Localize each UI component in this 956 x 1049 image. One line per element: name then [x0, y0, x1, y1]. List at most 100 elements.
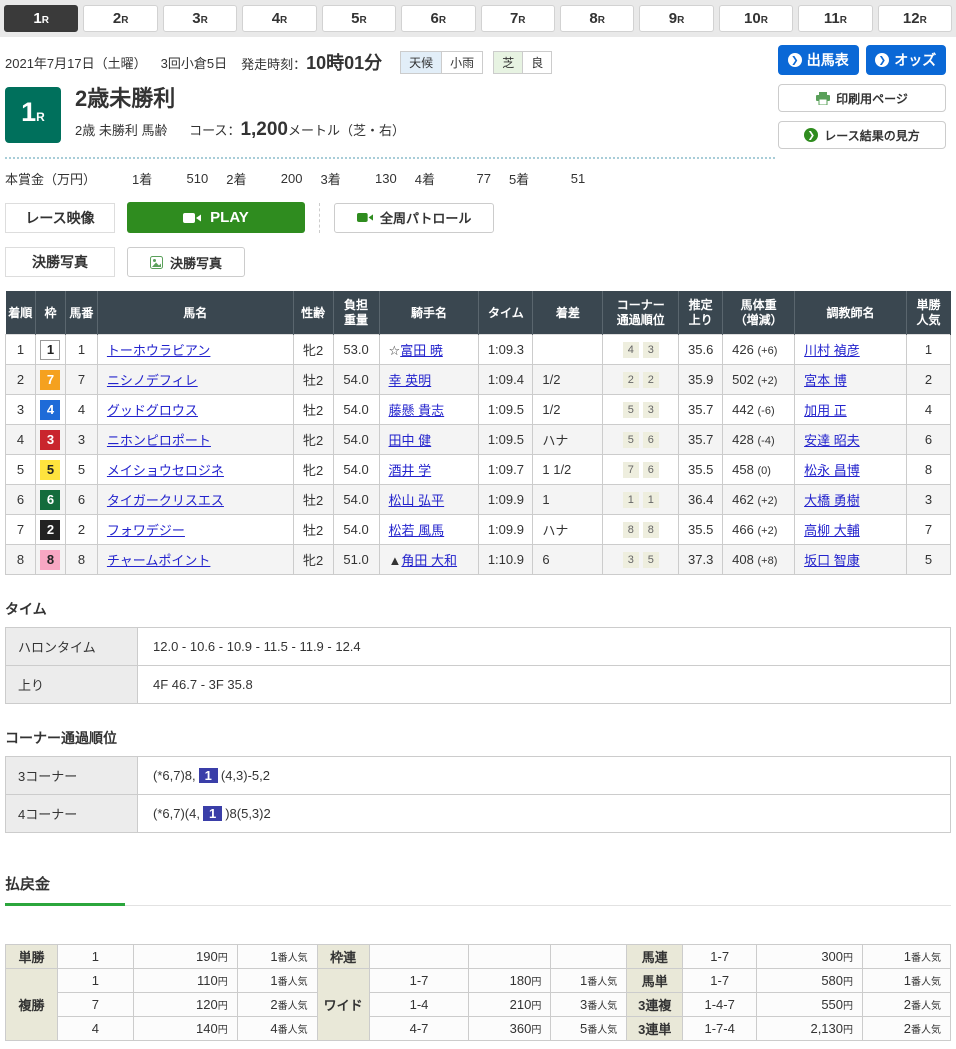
- meeting-day: 3回小倉5日: [161, 53, 227, 72]
- frame-badge: 7: [40, 370, 60, 390]
- play-button[interactable]: PLAY: [127, 202, 305, 233]
- trainer-link[interactable]: 松永 昌博: [804, 463, 860, 478]
- tab-race-6[interactable]: 6R: [401, 5, 475, 32]
- payout-row: 単勝 1 190円 1番人気 枠連 馬連 1-7 300円 1番人気: [6, 945, 951, 969]
- results-header-row: 着順 枠 馬番 馬名 性齢 負担 重量 騎手名 タイム 着差 コーナー 通過順位…: [6, 292, 951, 335]
- horse-link[interactable]: メイショウセロジネ: [107, 463, 224, 478]
- frame-badge: 5: [40, 460, 60, 480]
- load-weight: 54.0: [333, 395, 379, 425]
- odds-button[interactable]: ❯ オッズ: [866, 45, 947, 75]
- tab-race-12[interactable]: 12R: [878, 5, 952, 32]
- sex-age: 牡2: [293, 485, 333, 515]
- last3f: 35.5: [679, 455, 723, 485]
- result-row: 2 7 7 ニシノデフィレ 牡2 54.0 幸 英明 1:09.4 1/2 22…: [6, 365, 951, 395]
- jockey-link[interactable]: 富田 暁: [400, 343, 443, 358]
- shutuba-button[interactable]: ❯ 出馬表: [778, 45, 859, 75]
- col-sex-age: 性齢: [293, 292, 333, 335]
- wide-combo: 1-7: [369, 969, 469, 993]
- print-page-button[interactable]: 印刷用ページ: [778, 84, 946, 112]
- bracket-quinella-popularity: [551, 945, 627, 969]
- results-guide-button[interactable]: ❯ レース結果の見方: [778, 121, 946, 149]
- result-row: 7 2 2 フォワデジー 牡2 54.0 松若 風馬 1:09.9 ハナ 88 …: [6, 515, 951, 545]
- tab-race-5[interactable]: 5R: [322, 5, 396, 32]
- tab-race-3[interactable]: 3R: [163, 5, 237, 32]
- tab-race-2[interactable]: 2R: [83, 5, 157, 32]
- trainer-link[interactable]: 坂口 智康: [804, 553, 860, 568]
- finish-photo-button[interactable]: 決勝写真: [127, 247, 245, 277]
- jockey-link[interactable]: 松山 弘平: [389, 493, 445, 508]
- jockey-link[interactable]: 田中 健: [389, 433, 432, 448]
- jockey-link[interactable]: 松若 風馬: [389, 523, 445, 538]
- patrol-video-button[interactable]: 全周パトロール: [334, 203, 494, 233]
- corner-pass: 1: [623, 492, 639, 508]
- margin: 1/2: [533, 395, 603, 425]
- jockey-link[interactable]: 酒井 学: [389, 463, 432, 478]
- horse-link[interactable]: フォワデジー: [107, 523, 185, 538]
- race-title: 2歳未勝利: [75, 87, 405, 111]
- jockey-mark: ▲: [389, 553, 402, 568]
- race-number-badge: 1R: [5, 87, 61, 143]
- place-popularity: 2: [270, 997, 277, 1012]
- horse-link[interactable]: タイガークリスエス: [107, 493, 224, 508]
- tab-race-1[interactable]: 1R: [4, 5, 78, 32]
- col-horse-number: 馬番: [65, 292, 97, 335]
- horse-link[interactable]: チャームポイント: [107, 553, 210, 568]
- finish-position: 6: [6, 485, 36, 515]
- corner-pass: 6: [643, 432, 659, 448]
- furlong-time-value: 12.0 - 10.6 - 10.9 - 11.5 - 11.9 - 12.4: [138, 628, 951, 666]
- tab-race-4[interactable]: 4R: [242, 5, 316, 32]
- jockey-link[interactable]: 幸 英明: [389, 373, 432, 388]
- load-weight: 54.0: [333, 365, 379, 395]
- jockey-link[interactable]: 角田 大和: [401, 553, 457, 568]
- horse-link[interactable]: ニシノデフィレ: [107, 373, 198, 388]
- jockey-link[interactable]: 藤懸 貴志: [389, 403, 445, 418]
- trainer-link[interactable]: 大橋 勇樹: [804, 493, 860, 508]
- body-weight-diff: (+2): [758, 525, 778, 537]
- corner-pass: 1: [643, 492, 659, 508]
- payout-row: 7 120円 2番人気 1-4 210円 3番人気 3連複 1-4-7 550円…: [6, 993, 951, 1017]
- time-table: ハロンタイム 12.0 - 10.6 - 10.9 - 11.5 - 11.9 …: [5, 627, 951, 704]
- margin: 1/2: [533, 365, 603, 395]
- corner-pass: 7: [623, 462, 639, 478]
- last-up-label: 上り: [6, 666, 138, 704]
- trainer-link[interactable]: 安達 昭夫: [804, 433, 860, 448]
- body-weight: 426: [732, 342, 754, 357]
- payout-heading: 払戻金: [5, 873, 951, 903]
- sex-age: 牡2: [293, 365, 333, 395]
- sex-age: 牝2: [293, 545, 333, 575]
- col-margin: 着差: [533, 292, 603, 335]
- margin: 1 1/2: [533, 455, 603, 485]
- favorite-rank: 4: [906, 395, 950, 425]
- last3f: 35.7: [679, 395, 723, 425]
- arrow-circle-icon: ❯: [875, 53, 889, 67]
- horse-link[interactable]: グッドグロウス: [107, 403, 198, 418]
- body-weight: 502: [732, 372, 754, 387]
- divider: [319, 203, 320, 233]
- wide-popularity: 5: [580, 1021, 587, 1036]
- trainer-link[interactable]: 加用 正: [804, 403, 847, 418]
- corner4-value: (*6,7)(4,1)8(5,3)2: [138, 795, 951, 833]
- video-camera-icon: [183, 212, 201, 224]
- trainer-link[interactable]: 川村 禎彦: [804, 343, 860, 358]
- load-weight: 54.0: [333, 515, 379, 545]
- tab-race-8[interactable]: 8R: [560, 5, 634, 32]
- horse-link[interactable]: トーホウラビアン: [107, 343, 210, 358]
- time: 1:09.4: [479, 365, 533, 395]
- place-amount: 110: [197, 973, 218, 988]
- corner-section-heading: コーナー通過順位: [5, 728, 951, 748]
- trio-combo: 1-4-7: [683, 993, 757, 1017]
- tab-race-11[interactable]: 11R: [798, 5, 872, 32]
- load-weight: 54.0: [333, 455, 379, 485]
- trainer-link[interactable]: 高柳 大輔: [804, 523, 860, 538]
- tab-race-7[interactable]: 7R: [481, 5, 555, 32]
- trainer-link[interactable]: 宮本 博: [804, 373, 847, 388]
- result-row: 6 6 6 タイガークリスエス 牡2 54.0 松山 弘平 1:09.9 1 1…: [6, 485, 951, 515]
- horse-link[interactable]: ニホンピロポート: [107, 433, 211, 448]
- tab-race-10[interactable]: 10R: [719, 5, 793, 32]
- wide-combo: 4-7: [369, 1017, 469, 1041]
- tab-race-9[interactable]: 9R: [639, 5, 713, 32]
- wide-amount: 360: [510, 1021, 532, 1036]
- sex-age: 牡2: [293, 515, 333, 545]
- margin: 1: [533, 485, 603, 515]
- trifecta-combo: 1-7-4: [683, 1017, 757, 1041]
